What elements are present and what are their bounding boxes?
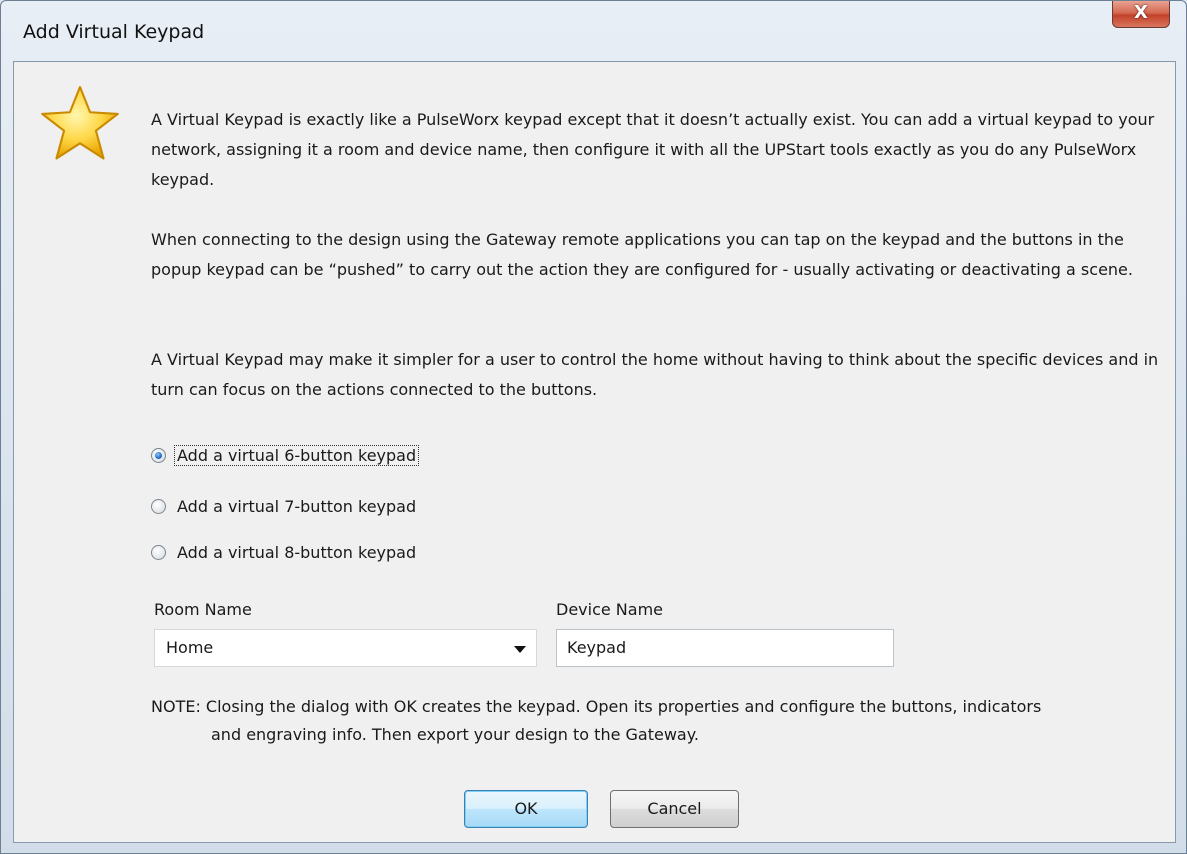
note-line-1: NOTE: Closing the dialog with OK creates… <box>151 697 1042 716</box>
device-name-input[interactable]: Keypad <box>556 629 894 667</box>
device-name-label: Device Name <box>556 600 664 619</box>
note-line-2: and engraving info. Then export your des… <box>211 725 700 744</box>
radio-option-7-button[interactable]: Add a virtual 7-button keypad <box>151 494 418 518</box>
intro-paragraph-3: A Virtual Keypad may make it simpler for… <box>151 350 1159 399</box>
close-button[interactable]: X <box>1112 1 1170 28</box>
intro-paragraph-1: A Virtual Keypad is exactly like a Pulse… <box>151 110 1155 189</box>
radio-button-checked[interactable] <box>151 447 166 463</box>
note-text: NOTE: Closing the dialog with OK creates… <box>151 693 1151 749</box>
cancel-button[interactable]: Cancel <box>610 790 739 828</box>
radio-button[interactable] <box>151 498 166 514</box>
dropdown-arrow-icon[interactable] <box>514 646 526 653</box>
device-name-value: Keypad <box>567 638 627 657</box>
radio-label[interactable]: Add a virtual 8-button keypad <box>175 543 418 562</box>
close-icon: X <box>1134 2 1148 23</box>
dialog-body: A Virtual Keypad is exactly like a Pulse… <box>13 61 1176 843</box>
dialog-window: Add Virtual Keypad X A Virtual Keypad is… <box>0 0 1187 854</box>
radio-option-6-button[interactable]: Add a virtual 6-button keypad <box>151 443 420 467</box>
radio-button[interactable] <box>151 544 166 560</box>
title-bar[interactable]: Add Virtual Keypad X <box>1 1 1186 61</box>
intro-paragraph-2: When connecting to the design using the … <box>151 230 1133 279</box>
star-icon <box>41 85 119 160</box>
window-title: Add Virtual Keypad <box>23 21 205 43</box>
room-name-value: Home <box>166 638 214 657</box>
room-name-label: Room Name <box>154 600 252 619</box>
room-name-dropdown[interactable]: Home <box>154 629 537 667</box>
radio-label[interactable]: Add a virtual 6-button keypad <box>173 444 420 466</box>
ok-button[interactable]: OK <box>464 790 588 828</box>
radio-label[interactable]: Add a virtual 7-button keypad <box>175 497 418 516</box>
radio-option-8-button[interactable]: Add a virtual 8-button keypad <box>151 540 418 564</box>
